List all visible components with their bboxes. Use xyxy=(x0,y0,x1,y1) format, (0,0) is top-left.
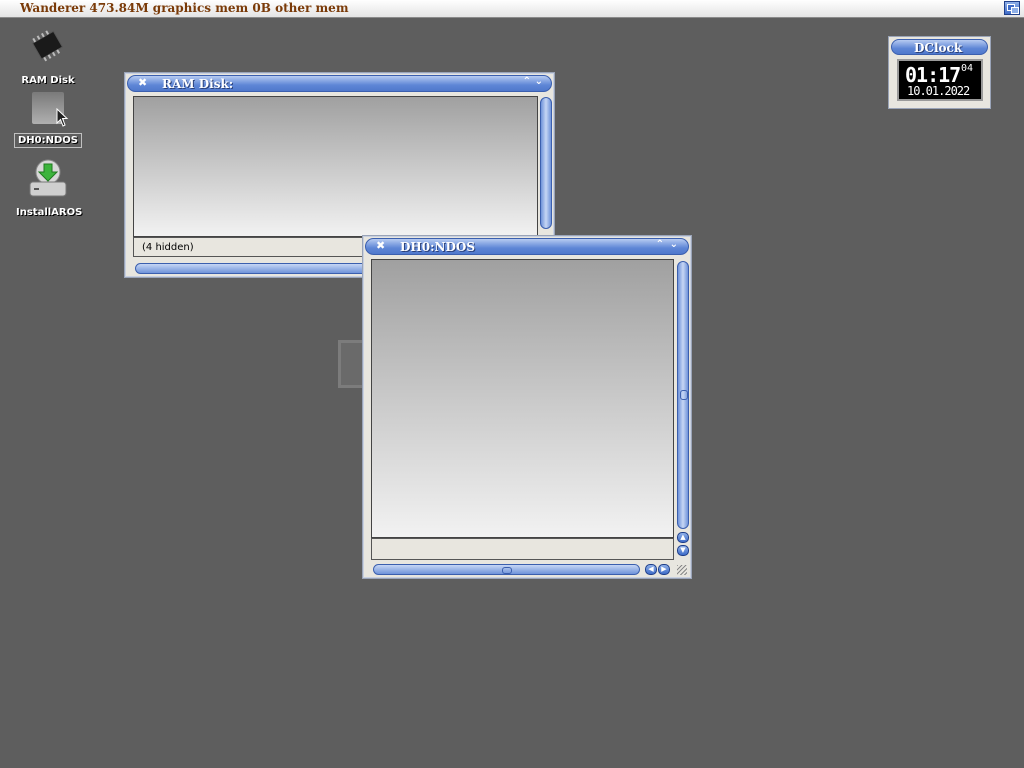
scroll-down-button[interactable]: ▼ xyxy=(677,545,689,556)
scroll-up-button[interactable]: ▲ xyxy=(677,532,689,543)
window-dh0-ndos[interactable]: ✖ DH0:NDOS ⌃ ⌄ ▲ ▼ ◀ ▶ xyxy=(362,235,692,579)
window-title-bar[interactable]: ✖ RAM Disk: ⌃ ⌄ xyxy=(127,75,552,92)
scroll-right-button[interactable]: ▶ xyxy=(658,564,670,575)
scroll-left-button[interactable]: ◀ xyxy=(645,564,657,575)
install-icon xyxy=(26,156,70,200)
horizontal-scrollbar[interactable] xyxy=(373,564,640,575)
window-title: DClock xyxy=(914,41,963,55)
screen-title-bar: Wanderer 473.84M graphics mem 0B other m… xyxy=(0,0,1024,18)
screen-depth-button[interactable] xyxy=(1004,1,1020,15)
window-dclock[interactable]: DClock 01:17 04 10.01.2022 xyxy=(888,36,991,109)
depth-icon-front xyxy=(1011,7,1019,14)
expand-icon[interactable]: ⌄ xyxy=(535,76,543,87)
mouse-pointer-icon xyxy=(56,108,69,127)
collapse-icon[interactable]: ⌃ xyxy=(523,76,531,87)
expand-icon[interactable]: ⌄ xyxy=(670,239,678,250)
window-title: RAM Disk: xyxy=(162,77,234,91)
horizontal-scrollbar[interactable] xyxy=(135,263,375,274)
clock-date: 10.01.2022 xyxy=(907,84,970,98)
window-title-bar[interactable]: DClock xyxy=(891,39,988,55)
window-title-bar[interactable]: ✖ DH0:NDOS ⌃ ⌄ xyxy=(365,238,689,255)
desktop-icon-label: RAM Disk xyxy=(21,75,75,86)
close-icon[interactable]: ✖ xyxy=(138,76,147,89)
desktop-icon-ram-disk[interactable]: RAM Disk xyxy=(13,26,83,87)
close-icon[interactable]: ✖ xyxy=(376,239,385,252)
desktop-icon-label: DH0:NDOS xyxy=(14,133,82,148)
desktop-icon-dh0-ndos[interactable]: DH0:NDOS xyxy=(13,90,83,148)
vertical-scrollbar[interactable] xyxy=(540,97,552,229)
desktop-icon-install-aros[interactable]: InstallAROS xyxy=(13,156,83,219)
window-status-bar xyxy=(371,538,674,560)
vertical-scrollbar[interactable] xyxy=(677,261,689,529)
resize-handle[interactable] xyxy=(677,565,687,575)
scroll-knob[interactable] xyxy=(680,390,688,400)
clock-seconds: 04 xyxy=(961,63,974,74)
screen-title: Wanderer 473.84M graphics mem 0B other m… xyxy=(20,1,349,15)
window-content-area[interactable] xyxy=(133,96,538,237)
clock-display: 01:17 04 10.01.2022 xyxy=(897,59,983,101)
window-content-area[interactable] xyxy=(371,259,674,538)
window-title: DH0:NDOS xyxy=(400,240,476,254)
chip-icon xyxy=(30,26,66,68)
status-text: (4 hidden) xyxy=(142,242,194,253)
collapse-icon[interactable]: ⌃ xyxy=(656,239,664,250)
scroll-knob[interactable] xyxy=(502,567,512,574)
desktop-icon-label: InstallAROS xyxy=(16,207,83,218)
